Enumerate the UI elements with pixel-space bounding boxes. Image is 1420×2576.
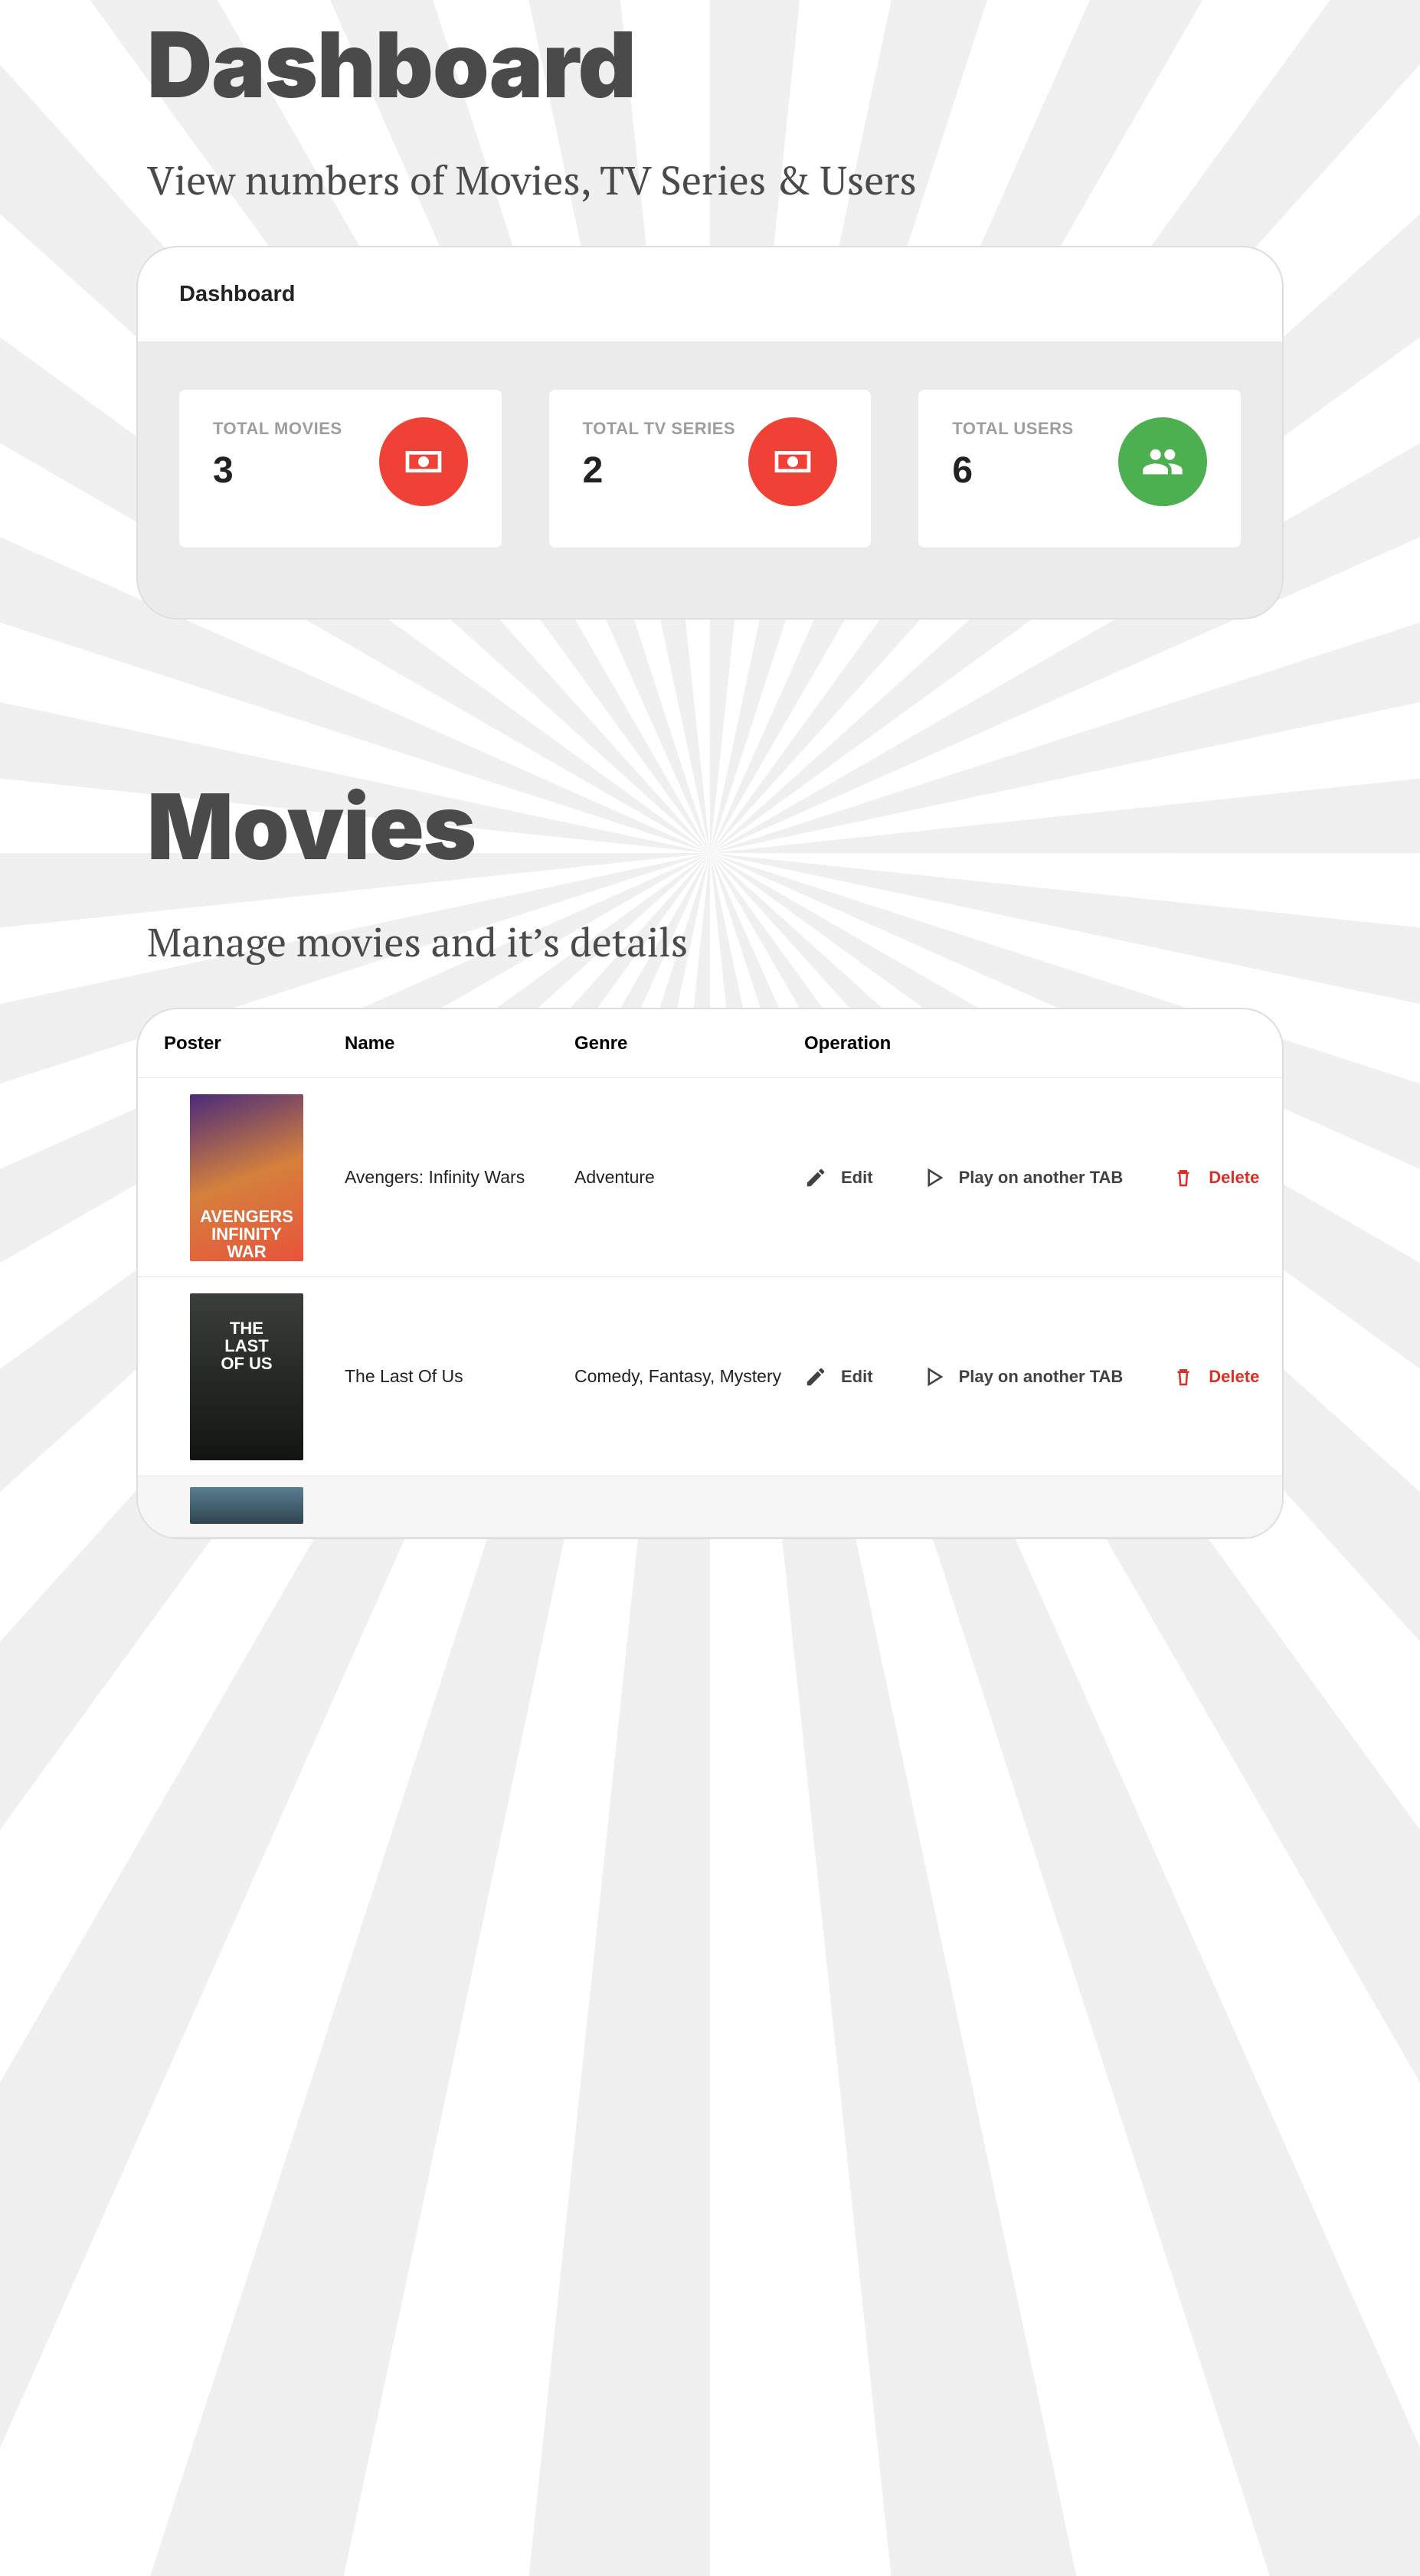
stat-total-movies: TOTAL MOVIES 3	[179, 390, 502, 548]
stat-total-tv-series: TOTAL TV SERIES 2	[549, 390, 872, 548]
play-icon	[922, 1166, 945, 1189]
play-button[interactable]: Play on another TAB	[922, 1166, 1124, 1189]
table-row	[138, 1476, 1282, 1538]
movie-genre: Comedy, Fantasy, Mystery	[574, 1366, 804, 1387]
dashboard-card-title: Dashboard	[179, 282, 295, 307]
stat-value: 3	[213, 449, 342, 492]
pencil-icon	[804, 1365, 827, 1388]
stat-label: TOTAL USERS	[952, 419, 1073, 439]
pencil-icon	[804, 1166, 827, 1189]
play-icon	[922, 1365, 945, 1388]
page-subtitle: View numbers of Movies, TV Series & User…	[147, 153, 1420, 206]
edit-label: Edit	[841, 1367, 873, 1387]
play-button[interactable]: Play on another TAB	[922, 1365, 1124, 1388]
movie-name: The Last Of Us	[345, 1366, 574, 1387]
delete-button[interactable]: Delete	[1172, 1166, 1259, 1189]
movie-name: Avengers: Infinity Wars	[345, 1167, 574, 1188]
play-label: Play on another TAB	[959, 1168, 1124, 1188]
table-header: Poster Name Genre Operation	[138, 1009, 1282, 1078]
dashboard-card-header: Dashboard	[138, 247, 1282, 342]
movie-poster: AVENGERSINFINITY WAR	[190, 1094, 303, 1261]
delete-button[interactable]: Delete	[1172, 1365, 1259, 1388]
trash-icon	[1172, 1166, 1195, 1189]
play-label: Play on another TAB	[959, 1367, 1124, 1387]
section-subtitle: Manage movies and it’s details	[147, 915, 1420, 968]
money-100-icon	[379, 417, 468, 506]
page-title: Dashboard	[147, 11, 1420, 119]
stat-label: TOTAL TV SERIES	[583, 419, 735, 439]
dashboard-card: Dashboard TOTAL MOVIES 3 TOTAL TV SERIES…	[136, 246, 1284, 619]
table-row: AVENGERSINFINITY WAR Avengers: Infinity …	[138, 1078, 1282, 1277]
column-operation: Operation	[804, 1033, 1282, 1054]
section-title: Movies	[147, 773, 1420, 881]
column-name: Name	[345, 1033, 574, 1054]
stat-total-users: TOTAL USERS 6	[918, 390, 1241, 548]
stat-value: 2	[583, 449, 735, 492]
edit-label: Edit	[841, 1168, 873, 1188]
edit-button[interactable]: Edit	[804, 1166, 873, 1189]
delete-label: Delete	[1209, 1168, 1259, 1188]
users-icon	[1118, 417, 1207, 506]
money-100-icon	[748, 417, 837, 506]
movie-genre: Adventure	[574, 1167, 804, 1188]
delete-label: Delete	[1209, 1367, 1259, 1387]
movies-table: Poster Name Genre Operation AVENGERSINFI…	[136, 1008, 1284, 1539]
table-row: THELASTOF US The Last Of Us Comedy, Fant…	[138, 1277, 1282, 1476]
movie-poster: THELASTOF US	[190, 1293, 303, 1460]
column-poster: Poster	[138, 1033, 345, 1054]
stat-value: 6	[952, 449, 1073, 492]
trash-icon	[1172, 1365, 1195, 1388]
column-genre: Genre	[574, 1033, 804, 1054]
edit-button[interactable]: Edit	[804, 1365, 873, 1388]
movie-poster	[190, 1487, 303, 1524]
dashboard-card-body: TOTAL MOVIES 3 TOTAL TV SERIES 2 TOTAL	[138, 342, 1282, 618]
stat-label: TOTAL MOVIES	[213, 419, 342, 439]
